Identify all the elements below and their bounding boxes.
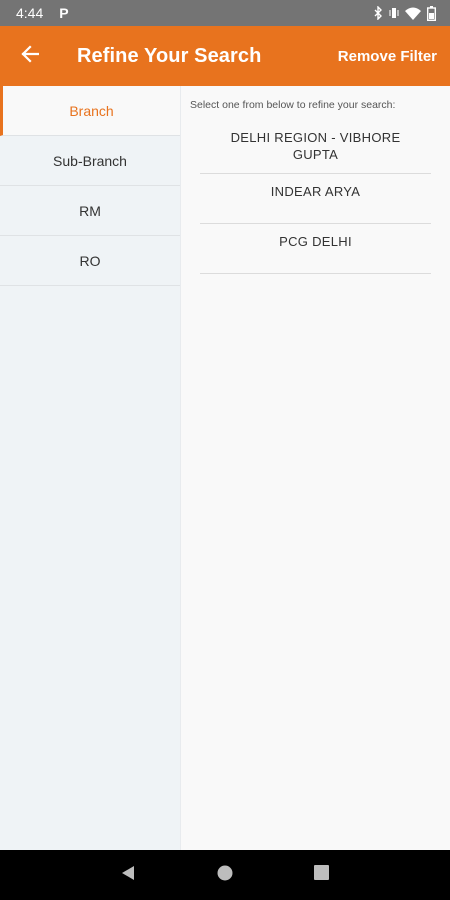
list-item[interactable]: DELHI REGION - VIBHORE GUPTA <box>200 125 431 174</box>
toolbar: Refine Your Search Remove Filter <box>0 26 450 86</box>
sidebar-item-branch[interactable]: Branch <box>0 86 180 136</box>
system-navigation-bar <box>0 850 450 900</box>
option-list: DELHI REGION - VIBHORE GUPTA INDEAR ARYA… <box>200 125 431 274</box>
sidebar-item-sub-branch[interactable]: Sub-Branch <box>0 136 180 186</box>
recents-square-icon <box>314 865 330 885</box>
remove-filter-button[interactable]: Remove Filter <box>338 48 437 65</box>
instruction-text: Select one from below to refine your sea… <box>190 99 396 111</box>
parking-app-icon: P <box>59 5 69 21</box>
filter-category-sidebar: Branch Sub-Branch RM RO <box>0 86 181 850</box>
status-icons <box>373 5 436 21</box>
battery-icon <box>427 5 436 21</box>
bluetooth-icon <box>373 6 383 20</box>
filter-options-panel: Select one from below to refine your sea… <box>181 86 450 850</box>
status-bar: 4:44 P <box>0 0 450 26</box>
vibrate-icon <box>389 6 399 20</box>
back-button[interactable] <box>0 26 60 86</box>
nav-recents-button[interactable] <box>302 855 342 895</box>
nav-home-button[interactable] <box>205 855 245 895</box>
sidebar-item-ro[interactable]: RO <box>0 236 180 286</box>
nav-back-button[interactable] <box>108 855 148 895</box>
status-time: 4:44 <box>16 5 44 21</box>
list-item[interactable]: PCG DELHI <box>200 224 431 274</box>
wifi-icon <box>405 7 421 20</box>
back-triangle-icon <box>120 865 136 886</box>
arrow-left-icon <box>21 44 40 68</box>
list-item[interactable]: INDEAR ARYA <box>200 174 431 224</box>
page-title: Refine Your Search <box>77 44 262 67</box>
home-circle-icon <box>217 865 233 886</box>
sidebar-item-rm[interactable]: RM <box>0 186 180 236</box>
